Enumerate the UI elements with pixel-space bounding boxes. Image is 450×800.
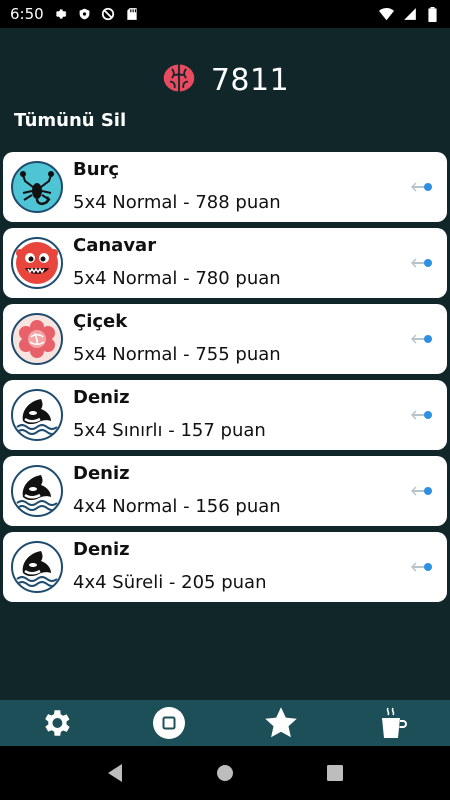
coffee-icon[interactable] [374, 703, 414, 743]
record-detail: 4x4 Normal - 156 puan [73, 496, 281, 517]
list-item[interactable]: Burç 5x4 Normal - 788 puan [3, 152, 447, 222]
list-item[interactable]: Deniz 4x4 Süreli - 205 puan [3, 532, 447, 602]
record-title: Çiçek [73, 311, 128, 332]
swipe-toggle-icon[interactable] [410, 179, 433, 193]
no-sign-icon [101, 7, 116, 22]
settings-icon[interactable] [36, 703, 76, 743]
back-icon[interactable] [99, 757, 131, 789]
monster-icon [11, 237, 63, 289]
orca-icon [11, 541, 63, 593]
record-detail: 5x4 Normal - 755 puan [73, 344, 281, 365]
home-icon[interactable] [209, 757, 241, 789]
gear-icon [53, 7, 68, 22]
clock: 6:50 [10, 5, 44, 23]
orca-icon [11, 465, 63, 517]
flower-icon [11, 313, 63, 365]
battery-icon [425, 6, 440, 22]
orca-icon [11, 389, 63, 441]
clear-all-button[interactable]: Tümünü Sil [14, 110, 126, 131]
list-item[interactable]: Canavar 5x4 Normal - 780 puan [3, 228, 447, 298]
bottom-nav [0, 700, 450, 746]
sd-card-icon [125, 7, 140, 22]
record-title: Canavar [73, 235, 157, 256]
record-detail: 5x4 Sınırlı - 157 puan [73, 420, 266, 441]
status-bar: 6:50 [0, 0, 450, 28]
signal-icon [402, 7, 417, 22]
swipe-toggle-icon[interactable] [410, 407, 433, 421]
list-item[interactable]: Deniz 4x4 Normal - 156 puan [3, 456, 447, 526]
stop-icon[interactable] [149, 703, 189, 743]
shield-icon [77, 7, 92, 22]
wifi-icon [379, 7, 394, 22]
brain-icon [161, 60, 197, 100]
system-nav-bar [0, 746, 450, 800]
swipe-toggle-icon[interactable] [410, 331, 433, 345]
records-list: Burç 5x4 Normal - 788 puan Canavar 5x4 N… [3, 152, 447, 608]
app-screen: 7811 Tümünü Sil Burç 5x4 Normal - 788 pu… [0, 28, 450, 746]
record-title: Burç [73, 159, 120, 180]
swipe-toggle-icon[interactable] [410, 255, 433, 269]
swipe-toggle-icon[interactable] [410, 559, 433, 573]
list-item[interactable]: Deniz 5x4 Sınırlı - 157 puan [3, 380, 447, 450]
total-score: 7811 [210, 62, 290, 98]
scorpion-icon [11, 161, 63, 213]
list-item[interactable]: Çiçek 5x4 Normal - 755 puan [3, 304, 447, 374]
star-icon[interactable] [261, 703, 301, 743]
record-title: Deniz [73, 463, 130, 484]
recents-icon[interactable] [319, 757, 351, 789]
record-detail: 4x4 Süreli - 205 puan [73, 572, 267, 593]
record-title: Deniz [73, 539, 130, 560]
record-title: Deniz [73, 387, 130, 408]
record-detail: 5x4 Normal - 788 puan [73, 192, 281, 213]
score-header: 7811 [0, 58, 450, 102]
record-detail: 5x4 Normal - 780 puan [73, 268, 281, 289]
swipe-toggle-icon[interactable] [410, 483, 433, 497]
